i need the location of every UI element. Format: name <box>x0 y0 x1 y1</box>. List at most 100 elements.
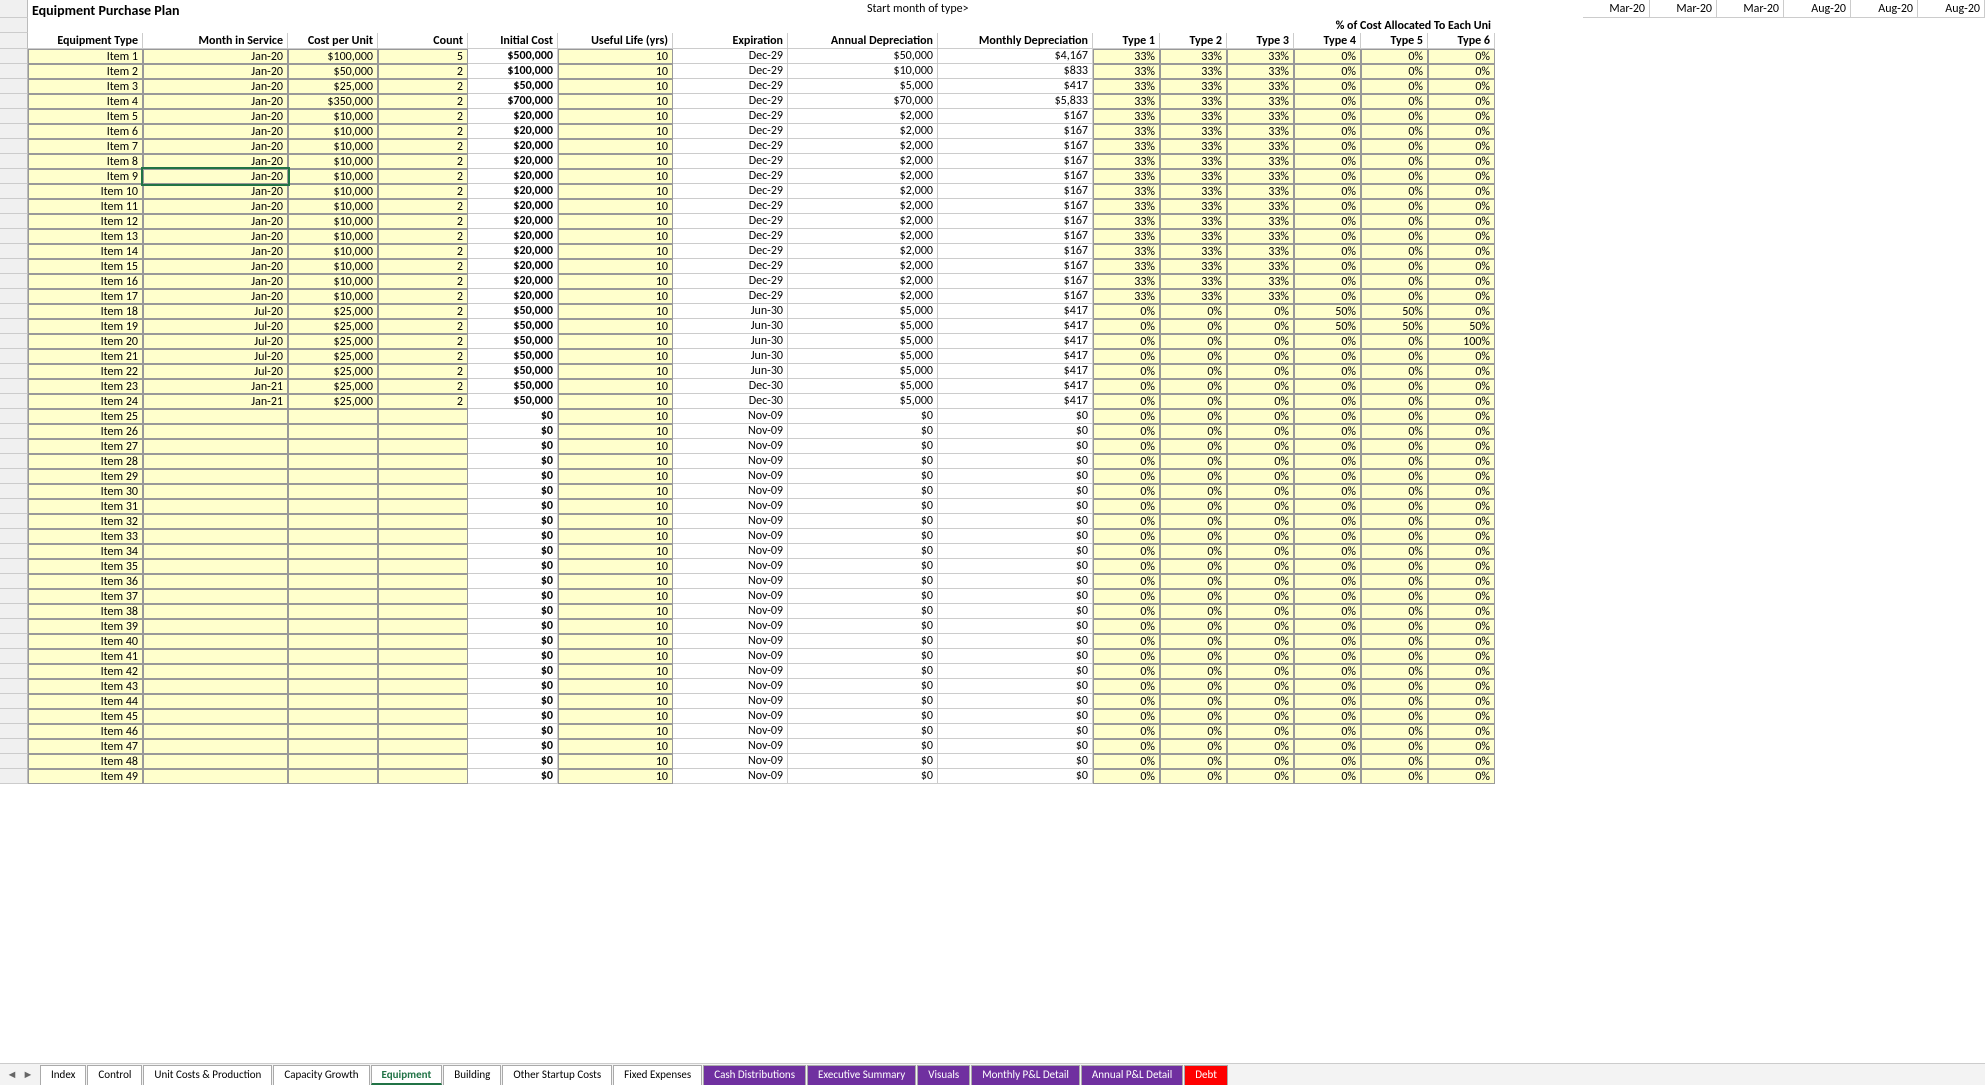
cell-type-6[interactable]: 0% <box>1428 769 1495 784</box>
cell-type-6[interactable]: 0% <box>1428 499 1495 514</box>
cell-type-5[interactable]: 0% <box>1361 664 1428 679</box>
cell-cost-per-unit[interactable] <box>288 454 378 469</box>
cell-equipment[interactable]: Item 36 <box>28 574 143 589</box>
cell-equipment[interactable]: Item 15 <box>28 259 143 274</box>
cell-type-5[interactable]: 0% <box>1361 724 1428 739</box>
cell-type-5[interactable]: 0% <box>1361 649 1428 664</box>
cell-type-4[interactable]: 0% <box>1294 619 1361 634</box>
cell-useful-life[interactable]: 10 <box>558 274 673 289</box>
cell-count[interactable] <box>378 409 468 424</box>
cell-cost-per-unit[interactable]: $10,000 <box>288 109 378 124</box>
sheet-tab-fixed-expenses[interactable]: Fixed Expenses <box>613 1065 702 1085</box>
cell-type-5[interactable]: 0% <box>1361 484 1428 499</box>
cell-cost-per-unit[interactable]: $10,000 <box>288 289 378 304</box>
cell-type-3[interactable]: 33% <box>1227 289 1294 304</box>
col-header-annual[interactable]: Annual Depreciation <box>788 33 938 49</box>
cell-type-1[interactable]: 33% <box>1093 49 1160 64</box>
cell-type-3[interactable]: 0% <box>1227 649 1294 664</box>
cell-type-6[interactable]: 0% <box>1428 649 1495 664</box>
cell-equipment[interactable]: Item 20 <box>28 334 143 349</box>
cell-type-6[interactable]: 0% <box>1428 94 1495 109</box>
cell-useful-life[interactable]: 10 <box>558 139 673 154</box>
cell-type-5[interactable]: 0% <box>1361 394 1428 409</box>
cell-cost-per-unit[interactable] <box>288 619 378 634</box>
cell-type-2[interactable]: 33% <box>1160 259 1227 274</box>
cell-equipment[interactable]: Item 14 <box>28 244 143 259</box>
cell-equipment[interactable]: Item 19 <box>28 319 143 334</box>
cell-type-6[interactable]: 0% <box>1428 439 1495 454</box>
cell-type-5[interactable]: 0% <box>1361 139 1428 154</box>
cell-count[interactable] <box>378 634 468 649</box>
cell-type-4[interactable]: 0% <box>1294 694 1361 709</box>
cell-count[interactable]: 2 <box>378 94 468 109</box>
cell-type-5[interactable]: 0% <box>1361 769 1428 784</box>
cell-type-1[interactable]: 0% <box>1093 664 1160 679</box>
cell-count[interactable]: 2 <box>378 64 468 79</box>
cell-cost-per-unit[interactable] <box>288 439 378 454</box>
cell-type-3[interactable]: 0% <box>1227 319 1294 334</box>
cell-type-6[interactable]: 0% <box>1428 514 1495 529</box>
cell-count[interactable]: 2 <box>378 169 468 184</box>
cell-useful-life[interactable]: 10 <box>558 589 673 604</box>
cell-type-3[interactable]: 0% <box>1227 709 1294 724</box>
cell-month[interactable] <box>143 574 288 589</box>
cell-type-4[interactable]: 0% <box>1294 184 1361 199</box>
cell-type-2[interactable]: 0% <box>1160 769 1227 784</box>
cell-type-6[interactable]: 0% <box>1428 589 1495 604</box>
cell-type-2[interactable]: 33% <box>1160 184 1227 199</box>
cell-type-4[interactable]: 0% <box>1294 469 1361 484</box>
cell-equipment[interactable]: Item 30 <box>28 484 143 499</box>
cell-type-2[interactable]: 33% <box>1160 64 1227 79</box>
cell-type-2[interactable]: 0% <box>1160 619 1227 634</box>
cell-month[interactable] <box>143 604 288 619</box>
sheet-tab-executive-summary[interactable]: Executive Summary <box>807 1065 916 1085</box>
cell-type-6[interactable]: 0% <box>1428 139 1495 154</box>
cell-equipment[interactable]: Item 39 <box>28 619 143 634</box>
cell-useful-life[interactable]: 10 <box>558 514 673 529</box>
col-header-life[interactable]: Useful Life (yrs) <box>558 33 673 49</box>
cell-type-3[interactable]: 0% <box>1227 469 1294 484</box>
cell-month[interactable]: Jan-20▼ <box>143 169 288 184</box>
cell-type-1[interactable]: 33% <box>1093 94 1160 109</box>
cell-type-2[interactable]: 33% <box>1160 139 1227 154</box>
cell-type-6[interactable]: 0% <box>1428 229 1495 244</box>
col-header-cpu[interactable]: Cost per Unit <box>288 33 378 49</box>
cell-type-3[interactable]: 0% <box>1227 724 1294 739</box>
cell-count[interactable] <box>378 484 468 499</box>
cell-type-3[interactable]: 0% <box>1227 769 1294 784</box>
cell-type-1[interactable]: 33% <box>1093 214 1160 229</box>
cell-type-5[interactable]: 0% <box>1361 739 1428 754</box>
cell-useful-life[interactable]: 10 <box>558 559 673 574</box>
cell-type-1[interactable]: 0% <box>1093 364 1160 379</box>
cell-type-4[interactable]: 0% <box>1294 439 1361 454</box>
cell-type-1[interactable]: 33% <box>1093 64 1160 79</box>
cell-useful-life[interactable]: 10 <box>558 79 673 94</box>
cell-type-4[interactable]: 0% <box>1294 409 1361 424</box>
cell-type-5[interactable]: 0% <box>1361 229 1428 244</box>
cell-cost-per-unit[interactable] <box>288 664 378 679</box>
cell-type-4[interactable]: 0% <box>1294 424 1361 439</box>
cell-count[interactable]: 2 <box>378 124 468 139</box>
cell-useful-life[interactable]: 10 <box>558 679 673 694</box>
cell-type-2[interactable]: 0% <box>1160 694 1227 709</box>
cell-useful-life[interactable]: 10 <box>558 499 673 514</box>
cell-type-5[interactable]: 0% <box>1361 469 1428 484</box>
cell-count[interactable]: 2 <box>378 394 468 409</box>
cell-type-4[interactable]: 0% <box>1294 214 1361 229</box>
cell-type-4[interactable]: 0% <box>1294 739 1361 754</box>
cell-type-2[interactable]: 33% <box>1160 229 1227 244</box>
cell-month[interactable]: Jan-20 <box>143 94 288 109</box>
cell-type-5[interactable]: 0% <box>1361 259 1428 274</box>
cell-type-1[interactable]: 33% <box>1093 109 1160 124</box>
sheet-tab-other-startup-costs[interactable]: Other Startup Costs <box>502 1065 612 1085</box>
cell-useful-life[interactable]: 10 <box>558 724 673 739</box>
cell-type-6[interactable]: 0% <box>1428 214 1495 229</box>
cell-type-6[interactable]: 0% <box>1428 109 1495 124</box>
cell-type-3[interactable]: 33% <box>1227 184 1294 199</box>
cell-month[interactable] <box>143 589 288 604</box>
cell-type-2[interactable]: 33% <box>1160 109 1227 124</box>
cell-useful-life[interactable]: 10 <box>558 229 673 244</box>
cell-month[interactable] <box>143 649 288 664</box>
cell-month[interactable] <box>143 499 288 514</box>
cell-type-2[interactable]: 0% <box>1160 484 1227 499</box>
